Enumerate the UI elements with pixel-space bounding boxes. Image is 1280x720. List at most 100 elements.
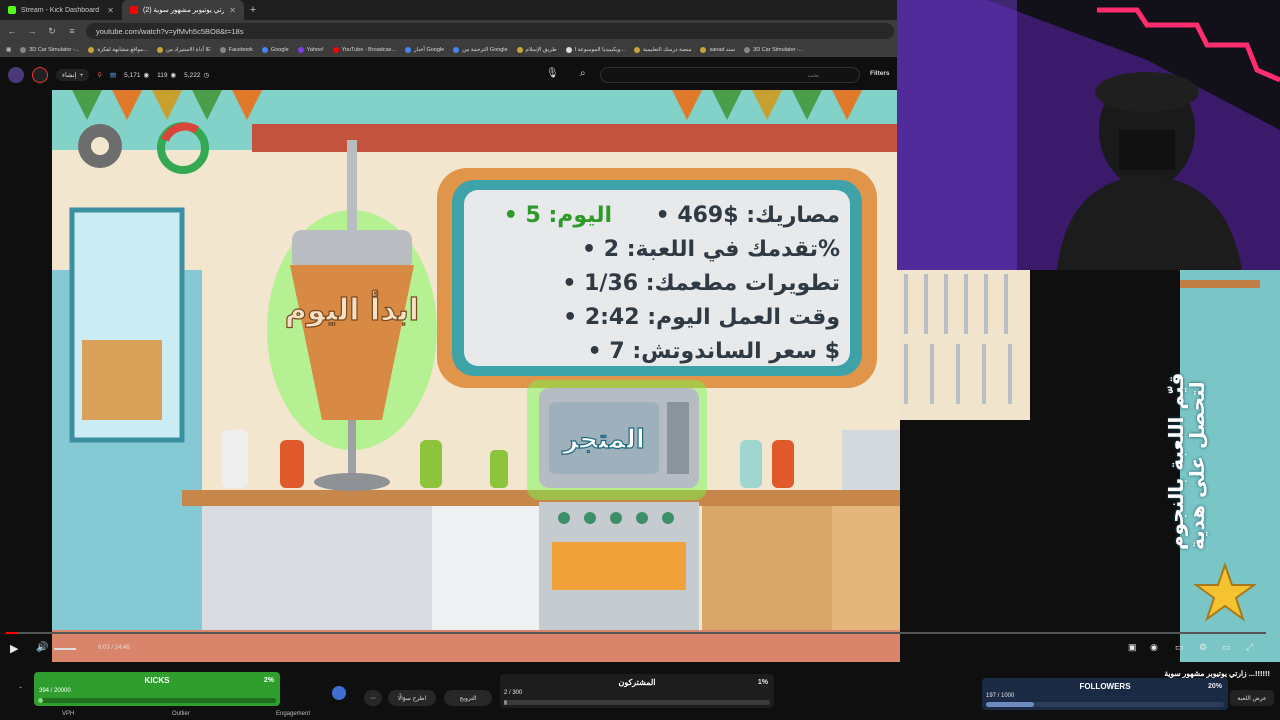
search-icon[interactable]: ⌕ xyxy=(580,68,586,79)
back-icon[interactable]: ← xyxy=(6,26,18,36)
bookmark-label: Yahoo! xyxy=(306,46,324,53)
bookmark-item[interactable]: Yahoo! xyxy=(297,46,324,53)
extension-icon[interactable]: ▤ xyxy=(110,71,116,79)
kicks-count: 394 / 20000 xyxy=(39,688,71,694)
tab-youtube[interactable]: (2) زارتي يوتيوبر مشهور سوية ✕ xyxy=(122,0,244,20)
followers-count: 197 / 1000 xyxy=(986,693,1015,699)
reload-icon[interactable]: ↻ xyxy=(46,26,58,37)
video-title: زارتي يوتيوبر مشهور سوية ...!!!!!! xyxy=(1164,669,1270,678)
followers-percent: 20% xyxy=(1207,683,1222,690)
outlier-label: Outlier xyxy=(172,711,190,717)
site-info-icon[interactable]: ≡ xyxy=(66,26,78,36)
ask-label: اطرح سؤالًا xyxy=(397,695,427,702)
miniplayer-icon[interactable]: ▭ xyxy=(1175,642,1184,653)
extension-icon[interactable]: ⚲ xyxy=(97,71,102,79)
create-label: إنشاء xyxy=(62,72,77,79)
bookmark-icon xyxy=(405,46,411,53)
video-player[interactable]: ابدأ اليوم • مصاريك: $469 • اليوم: 5 • ت… xyxy=(52,90,900,662)
vph-label: VPH xyxy=(62,711,75,717)
eye-icon: ◉ xyxy=(143,72,150,79)
new-tab-button[interactable]: + xyxy=(244,0,262,20)
plus-icon: + xyxy=(79,71,84,79)
settings-icon[interactable]: ⚙ xyxy=(1199,642,1207,653)
stat-total: 5,222 ◷ xyxy=(184,71,209,80)
kicks-goal: KICKS 2% 394 / 20000 xyxy=(34,672,280,706)
store-label[interactable]: المتجر xyxy=(561,424,646,455)
address-bar-row: ← → ↻ ≡ youtube.com/watch?v=yfMvh5c5BO8&… xyxy=(0,20,900,42)
bookmark-label: أداة الاستيراد من IE xyxy=(165,46,211,53)
more-button[interactable]: ⋯ xyxy=(364,690,382,706)
bookmark-item[interactable]: أخبار Google xyxy=(405,46,444,53)
knife-rack xyxy=(900,270,1030,420)
stat-likes: 119 ◉ xyxy=(157,71,176,80)
kicks-percent: 2% xyxy=(263,677,274,684)
game-scene: ابدأ اليوم • مصاريك: $469 • اليوم: 5 • ت… xyxy=(52,90,900,662)
subtitles-icon[interactable]: ▣ xyxy=(1128,642,1137,653)
bookmark-item[interactable]: Facebook xyxy=(219,46,253,53)
forward-icon[interactable]: → xyxy=(26,26,38,36)
theater-icon[interactable]: ▭ xyxy=(1222,642,1231,653)
start-today-label[interactable]: ابدأ اليوم xyxy=(284,289,419,328)
bookmark-item[interactable]: ويكيبيديا الموسوعة ا... xyxy=(565,46,625,53)
bookmark-item[interactable]: مواقع مشابهة لفكرة... xyxy=(88,46,148,53)
bookmark-item[interactable]: منصة درسك التعليمية xyxy=(633,46,691,53)
game-clip-button[interactable]: عرض اللعبة xyxy=(1230,690,1274,706)
knife-rack-art xyxy=(900,270,1030,420)
progress-track[interactable] xyxy=(6,632,1266,634)
filters-button[interactable]: Filters xyxy=(870,70,890,77)
bookmark-icon xyxy=(516,46,523,53)
kick-favicon xyxy=(8,6,16,14)
bookmark-item[interactable]: طريق الإسلام xyxy=(516,46,557,53)
stat-value: 5,222 xyxy=(184,71,201,79)
mic-icon[interactable]: 🎙 xyxy=(546,68,559,79)
stat-value: 5,171 xyxy=(124,71,141,79)
bookmark-label: Facebook xyxy=(228,46,253,53)
avatar[interactable] xyxy=(8,67,24,83)
bookmark-label: sanad سند xyxy=(709,46,736,53)
rate-game-text: قيّم اللعبة بالنجوم لتحصل على هدية xyxy=(1164,372,1209,550)
extension-badge-icon[interactable] xyxy=(332,686,346,700)
url-field[interactable]: youtube.com/watch?v=yfMvh5c5BO8&t=18s xyxy=(86,23,894,39)
ask-button[interactable]: اطرح سؤالًا xyxy=(388,690,436,706)
apps-icon[interactable]: ▦ xyxy=(6,47,11,53)
autoplay-toggle[interactable]: ◉ xyxy=(1150,642,1158,653)
create-button[interactable]: إنشاء + xyxy=(56,69,90,81)
tab-title: (2) زارتي يوتيوبر مشهور سوية xyxy=(143,7,225,14)
board-progress: • تقدمك في اللعبة: 2% xyxy=(582,237,840,262)
bookmark-icon xyxy=(261,46,268,53)
bookmark-icon xyxy=(453,46,460,53)
bookmark-item[interactable]: sanad سند xyxy=(700,46,736,53)
fullscreen-icon[interactable]: ⤢ xyxy=(1246,642,1253,653)
followers-progress xyxy=(986,702,1224,707)
volume-icon[interactable]: 🔊 xyxy=(36,642,48,653)
bookmark-item[interactable]: أداة الاستيراد من IE xyxy=(156,46,211,53)
browser-tab-bar: Stream - Kick Dashboard ✕ (2) زارتي يوتي… xyxy=(0,0,900,20)
bookmark-item[interactable]: YouTube - Broadcas... xyxy=(332,46,396,53)
board-worktime: • وقت العمل اليوم: 2:42 xyxy=(563,305,840,330)
bookmark-item[interactable]: Google xyxy=(261,46,289,53)
youtube-favicon xyxy=(130,6,138,14)
game-side-panel: قيّم اللعبة بالنجوم لتحصل على هدية xyxy=(1120,270,1280,662)
tab-kick-dashboard[interactable]: Stream - Kick Dashboard ✕ xyxy=(0,0,122,20)
volume-slider[interactable] xyxy=(54,648,76,650)
promote-label: الترويج xyxy=(459,695,477,702)
bookmark-icon xyxy=(297,46,304,53)
close-icon[interactable]: ✕ xyxy=(229,6,236,15)
bookmarks-bar: ▦ 3D Car Simulator -... مواقع مشابهة لفك… xyxy=(0,42,900,57)
kicks-progress xyxy=(38,698,276,703)
close-icon[interactable]: ✕ xyxy=(107,6,114,15)
board-expenses: • مصاريك: $469 xyxy=(656,203,840,228)
settings-gear-icon[interactable] xyxy=(78,124,122,168)
bookmark-item[interactable]: 3D Car Simulator -... xyxy=(20,46,79,53)
promote-button[interactable]: الترويج xyxy=(444,690,492,706)
board-upgrades: • تطويرات مطعمك: 1/36 xyxy=(562,271,840,296)
bookmark-item[interactable]: الترجمة من Google xyxy=(453,46,508,53)
subs-progress-fill xyxy=(504,700,507,705)
collapse-icon[interactable]: ⌃ xyxy=(18,686,23,693)
search-input[interactable]: بحث xyxy=(600,67,860,83)
bookmark-icon xyxy=(332,46,339,53)
notification-icon[interactable] xyxy=(32,67,48,83)
webcam-overlay xyxy=(897,0,1280,270)
bookmark-item[interactable]: 3D Car Simulator -... xyxy=(744,46,803,53)
play-icon[interactable]: ▶ xyxy=(10,642,18,655)
